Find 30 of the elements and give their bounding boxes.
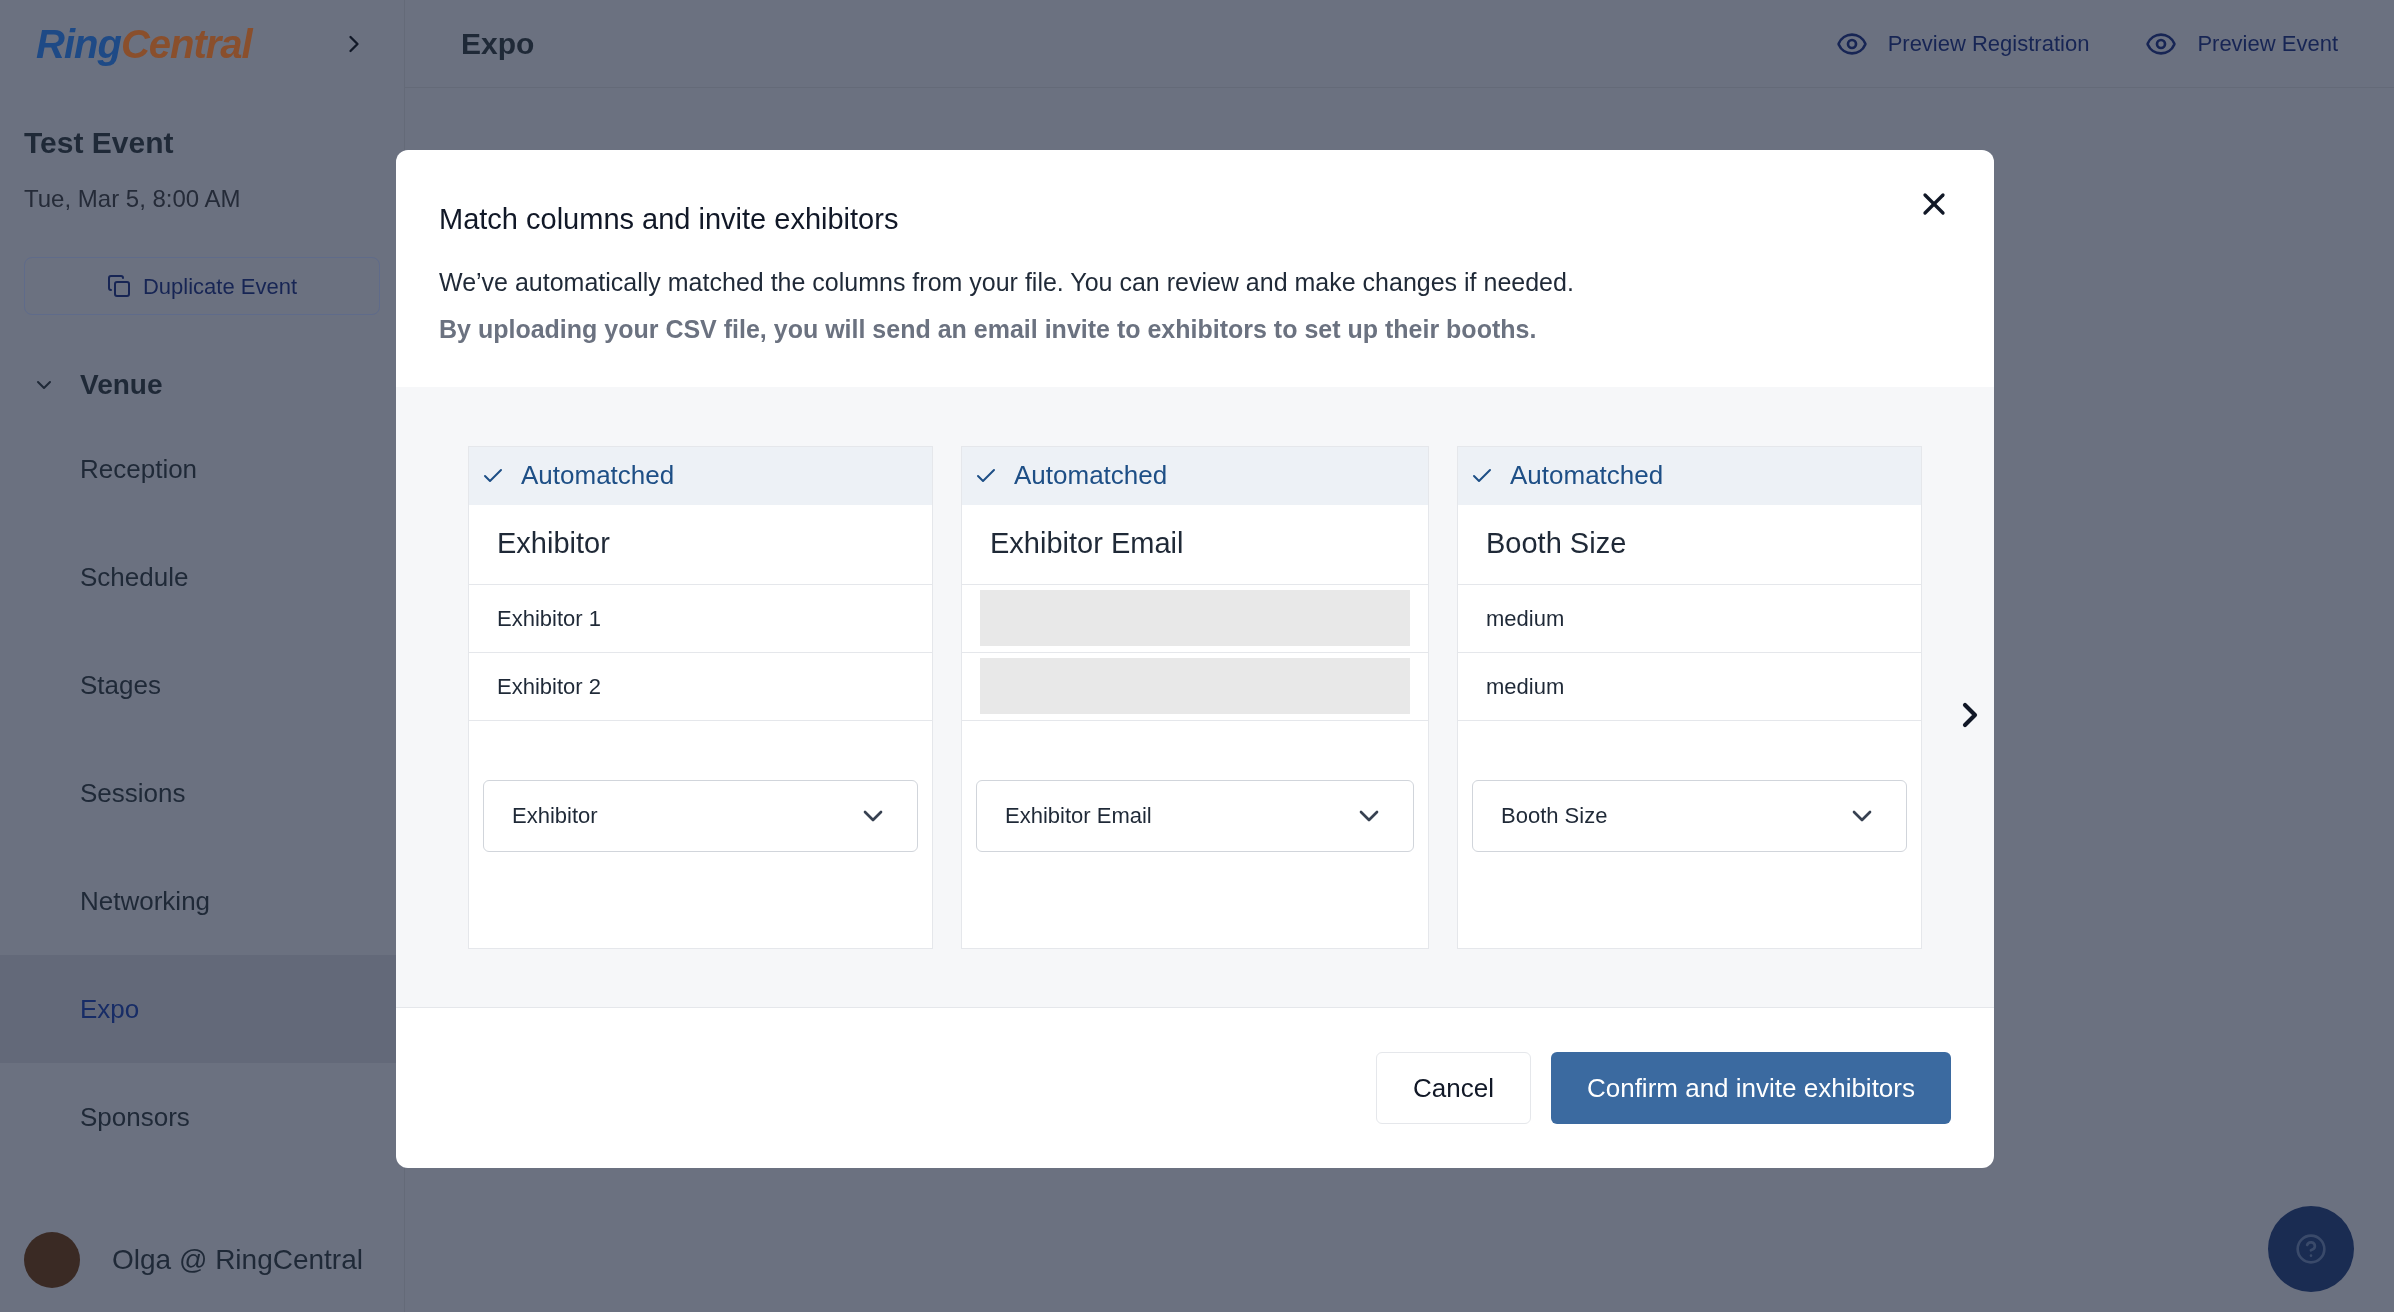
event-name: Test Event [24, 125, 175, 161]
logo: RingCentral [36, 21, 252, 68]
preview-link[interactable]: Preview Event [2145, 27, 2338, 60]
column-heading: Exhibitor [469, 504, 932, 585]
sample-cell: medium [1458, 584, 1921, 653]
page-title: Expo [461, 26, 535, 62]
preview-link[interactable]: Preview Registration [1835, 27, 2090, 60]
match-status: Automatched [469, 446, 932, 505]
match-status: Automatched [1458, 446, 1921, 505]
dialog-description: We’ve automatically matched the columns from your file. You can review and make changes if needed. [439, 266, 1575, 298]
nav-section[interactable]: Venue [80, 364, 163, 406]
mapping-dropdown[interactable]: Exhibitor [483, 779, 918, 852]
mapping-dropdown[interactable]: Exhibitor Email [976, 779, 1414, 852]
sample-cell: medium [1458, 652, 1921, 721]
sample-cell: Exhibitor 2 [469, 652, 932, 721]
match-status: Automatched [962, 446, 1428, 505]
confirm-button[interactable]: Confirm and invite exhibitors [1550, 1052, 1951, 1124]
help-icon [2295, 1233, 2327, 1265]
column-heading: Exhibitor Email [962, 504, 1428, 585]
copy-icon [106, 274, 131, 298]
duplicate-event-button[interactable]: Duplicate Event [24, 257, 380, 315]
dialog-note: By uploading your CSV file, you will send an email invite to exhibitors to set up their booths. [439, 314, 1538, 345]
event-date: Tue, Mar 5, 8:00 AM [24, 184, 242, 214]
avatar[interactable] [24, 1232, 80, 1288]
cancel-button[interactable]: Cancel [1376, 1052, 1531, 1124]
user-name: Olga @ RingCentral [112, 1243, 363, 1277]
dialog-title: Match columns and invite exhibitors [439, 202, 899, 237]
mapping-dropdown[interactable]: Booth Size [1472, 779, 1907, 852]
sample-cell: Exhibitor 1 [469, 584, 932, 653]
column-heading: Booth Size [1458, 504, 1921, 585]
